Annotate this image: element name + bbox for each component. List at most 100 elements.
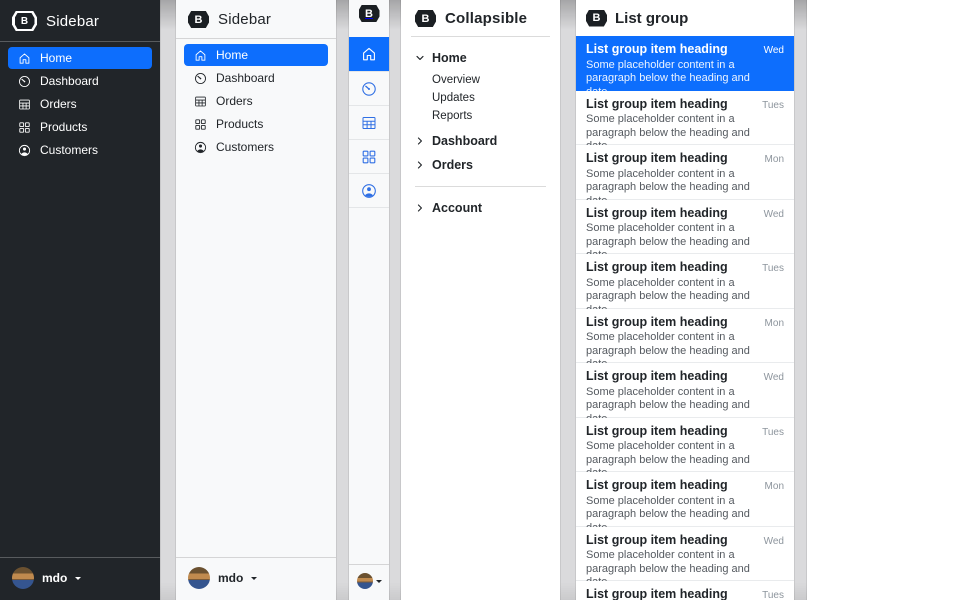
list-item[interactable]: List group item headingMonSome placehold… bbox=[576, 472, 794, 527]
sidebar-icon-item-dashboard[interactable] bbox=[349, 72, 389, 106]
divider bbox=[0, 41, 160, 42]
collapsible-children: OverviewUpdatesReports bbox=[415, 71, 480, 125]
sidebar-item-orders[interactable]: Orders bbox=[184, 90, 328, 112]
list-item-heading: List group item heading bbox=[586, 424, 728, 438]
list-item-heading: List group item heading bbox=[586, 260, 728, 274]
list-item[interactable]: List group item headingWedSome placehold… bbox=[576, 363, 794, 418]
list-item-header-row: List group item headingTues bbox=[586, 587, 784, 600]
collapsible-tree: HomeOverviewUpdatesReports Dashboard Order… bbox=[401, 37, 560, 220]
brand-link-icons[interactable]: B bbox=[359, 5, 380, 22]
collapsible-item-dashboard[interactable]: Dashboard bbox=[415, 129, 497, 153]
sidebar-dark: B Sidebar HomeDashboard Orders Products Cus… bbox=[0, 0, 160, 600]
list-item-header-row: List group item headingWed bbox=[586, 533, 784, 547]
list-item-date: Mon bbox=[765, 154, 784, 165]
sidebar-item-home[interactable]: Home bbox=[184, 44, 328, 66]
bootstrap-logo-icon: B bbox=[415, 10, 436, 27]
sidebar-icons: B bbox=[349, 0, 389, 600]
list-item-date: Tues bbox=[762, 263, 784, 274]
list-item-header-row: List group item headingWed bbox=[586, 369, 784, 383]
collapsible-subitem-reports[interactable]: Reports bbox=[415, 107, 472, 125]
sidebar-item-products[interactable]: Products bbox=[8, 116, 152, 138]
list-item[interactable]: List group item headingTuesSome placehol… bbox=[576, 418, 794, 473]
collapsible-subitem-overview[interactable]: Overview bbox=[415, 71, 480, 89]
user-dropdown-dark[interactable]: mdo bbox=[0, 557, 160, 600]
sidebar-item-label: Products bbox=[216, 117, 263, 131]
list-item-header-row: List group item headingWed bbox=[586, 206, 784, 220]
brand-link-dark[interactable]: B Sidebar bbox=[0, 0, 160, 41]
user-dropdown-icons[interactable] bbox=[349, 564, 389, 600]
sidebar-icon-item-orders[interactable] bbox=[349, 106, 389, 140]
list-item[interactable]: List group item headingMonSome placehold… bbox=[576, 309, 794, 364]
nav-row: Orders bbox=[184, 90, 328, 112]
list-item-header-row: List group item headingTues bbox=[586, 424, 784, 438]
caret-down-icon bbox=[376, 580, 382, 586]
example-divider bbox=[560, 0, 576, 600]
sidebar-item-customers[interactable]: Customers bbox=[8, 139, 152, 161]
sidebar-item-label: Orders bbox=[40, 97, 77, 111]
sidebar-icon-item-customers[interactable] bbox=[349, 174, 389, 208]
sidebar-item-orders[interactable]: Orders bbox=[8, 93, 152, 115]
person-circle-icon bbox=[361, 183, 377, 199]
collapsible-item-home[interactable]: Home bbox=[415, 46, 467, 70]
grid-icon bbox=[18, 121, 31, 134]
bootstrap-logo-icon: B bbox=[12, 11, 37, 31]
collapsible-item-orders[interactable]: Orders bbox=[415, 153, 473, 177]
list-item-header-row: List group item headingMon bbox=[586, 478, 784, 492]
brand-title: Collapsible bbox=[445, 10, 527, 27]
list-item-heading: List group item heading bbox=[586, 533, 728, 547]
user-name: mdo bbox=[218, 571, 243, 585]
brand-title: Sidebar bbox=[46, 13, 99, 30]
sidebar-item-label: Customers bbox=[40, 143, 98, 157]
house-icon bbox=[361, 46, 377, 62]
grid-icon bbox=[194, 118, 207, 131]
caret-down-icon bbox=[251, 577, 257, 583]
chevron-right-icon bbox=[415, 136, 425, 146]
collapsible-item-label: Orders bbox=[432, 158, 473, 172]
list-item-heading: List group item heading bbox=[586, 151, 728, 165]
list-item-date: Wed bbox=[764, 45, 784, 56]
collapsible-item-account[interactable]: Account bbox=[415, 196, 482, 220]
chevron-down-icon bbox=[415, 53, 425, 63]
collapsible-item-label: Account bbox=[432, 201, 482, 215]
sidebar-item-dashboard[interactable]: Dashboard bbox=[8, 70, 152, 92]
list-item[interactable]: List group item headingMonSome placehold… bbox=[576, 145, 794, 200]
collapsible-subitem-updates[interactable]: Updates bbox=[415, 89, 475, 107]
brand-link-collapsible[interactable]: B Collapsible bbox=[401, 0, 560, 36]
sidebar-light: B Sidebar HomeDashboardOrders Products Cus… bbox=[176, 0, 336, 600]
list-item[interactable]: List group item headingTuesSome placehol… bbox=[576, 254, 794, 309]
brand-link-light[interactable]: B Sidebar bbox=[176, 0, 336, 38]
avatar bbox=[357, 573, 373, 589]
list-item-header-row: List group item headingTues bbox=[586, 97, 784, 111]
table-icon bbox=[18, 98, 31, 111]
list-item-heading: List group item heading bbox=[586, 315, 728, 329]
sidebar-icon-item-home[interactable] bbox=[349, 37, 389, 72]
avatar bbox=[12, 567, 34, 589]
sidebar-item-products[interactable]: Products bbox=[184, 113, 328, 135]
example-divider bbox=[160, 0, 176, 600]
sidebar-item-dashboard[interactable]: Dashboard bbox=[184, 67, 328, 89]
sidebar-item-customers[interactable]: Customers bbox=[184, 136, 328, 158]
list-item[interactable]: List group item headingTuesSome placehol… bbox=[576, 581, 794, 600]
example-divider bbox=[389, 0, 401, 600]
table-icon bbox=[361, 115, 377, 131]
sidebar-icon-item-products[interactable] bbox=[349, 140, 389, 174]
grid-icon bbox=[361, 149, 377, 165]
list-item-header-row: List group item headingMon bbox=[586, 315, 784, 329]
nav-row: Dashboard bbox=[8, 70, 152, 92]
speedometer-icon bbox=[361, 81, 377, 97]
user-dropdown-light[interactable]: mdo bbox=[176, 557, 336, 600]
list-item-heading: List group item heading bbox=[586, 97, 728, 111]
brand-link-list-group[interactable]: B List group bbox=[576, 0, 794, 36]
list-item[interactable]: List group item headingWedSome placehold… bbox=[576, 36, 794, 91]
list-item-heading: List group item heading bbox=[586, 42, 728, 56]
list-item-heading: List group item heading bbox=[586, 206, 728, 220]
list-item[interactable]: List group item headingWedSome placehold… bbox=[576, 200, 794, 255]
list-item-header-row: List group item heading Wed bbox=[586, 42, 784, 56]
sidebar-list-group: B List group List group item headingWedS… bbox=[576, 0, 794, 600]
nav-row: Home bbox=[184, 44, 328, 66]
list-item[interactable]: List group item headingTuesSome placehol… bbox=[576, 91, 794, 146]
divider bbox=[176, 38, 336, 39]
list-item[interactable]: List group item headingWedSome placehold… bbox=[576, 527, 794, 582]
divider bbox=[415, 186, 546, 187]
sidebar-item-home[interactable]: Home bbox=[8, 47, 152, 69]
